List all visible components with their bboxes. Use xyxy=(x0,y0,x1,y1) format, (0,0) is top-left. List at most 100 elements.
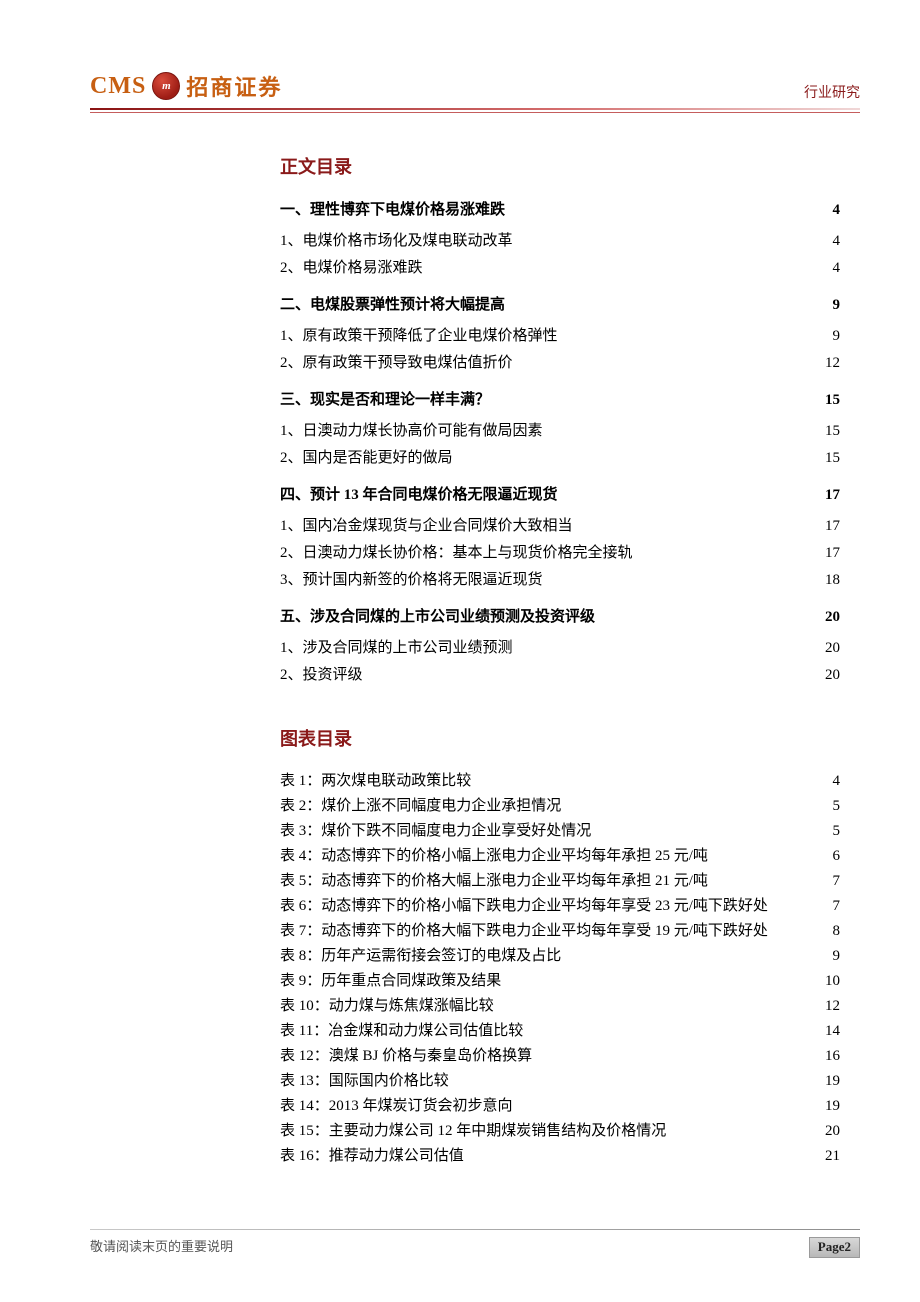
toc-entry-item[interactable]: 1、原有政策干预降低了企业电煤价格弹性 9 xyxy=(280,323,840,350)
figure-entry[interactable]: 表 11：冶金煤和动力煤公司估值比较 14 xyxy=(280,1019,840,1044)
figure-entry-label: 表 15：主要动力煤公司 12 年中期煤炭销售结构及价格情况 xyxy=(280,1124,666,1139)
figure-entry[interactable]: 表 4：动态博弈下的价格小幅上涨电力企业平均每年承担 25 元/吨 6 xyxy=(280,844,840,869)
toc-entry-label: 三、现实是否和理论一样丰满？ xyxy=(280,393,490,408)
toc-entry-page: 4 xyxy=(833,261,841,276)
figure-entry-page: 9 xyxy=(833,949,841,964)
footer-rule xyxy=(90,1229,860,1230)
figure-entry-label: 表 12：澳煤 BJ 价格与秦皇岛价格换算 xyxy=(280,1049,532,1064)
footer-note: 敬请阅读末页的重要说明 xyxy=(90,1239,233,1254)
figures-title: 图表目录 xyxy=(280,725,840,751)
toc-entry-page: 12 xyxy=(825,356,840,371)
toc-entry-page: 20 xyxy=(825,610,840,625)
figure-entry[interactable]: 表 12：澳煤 BJ 价格与秦皇岛价格换算16 xyxy=(280,1044,840,1069)
toc-entry-item[interactable]: 2、投资评级 20 xyxy=(280,662,840,689)
figure-entry-label: 表 6：动态博弈下的价格小幅下跌电力企业平均每年享受 23 元/吨下跌好处 xyxy=(280,899,768,914)
page-number-badge: Page2 xyxy=(809,1237,860,1258)
figure-entry-page: 10 xyxy=(825,974,840,989)
logo-latin: CMS xyxy=(90,73,146,100)
toc-entry-page: 17 xyxy=(825,546,840,561)
figure-entry-label: 表 5：动态博弈下的价格大幅上涨电力企业平均每年承担 21 元/吨 xyxy=(280,874,708,889)
toc-entry-label: 一、理性博弈下电煤价格易涨难跌 xyxy=(280,203,505,218)
figure-entry-page: 19 xyxy=(825,1099,840,1114)
figure-entry-page: 8 xyxy=(833,924,841,939)
figure-entry-label: 表 10：动力煤与炼焦煤涨幅比较 xyxy=(280,999,494,1014)
toc-entry-label: 2、投资评级 xyxy=(280,668,363,683)
figure-list: 表 1：两次煤电联动政策比较 4 表 2：煤价上涨不同幅度电力企业承担情况5表 3：… xyxy=(280,769,840,1169)
page-header: CMS m 招商证券 行业研究 xyxy=(90,70,860,104)
toc-entry-section[interactable]: 五、涉及合同煤的上市公司业绩预测及投资评级 20 xyxy=(280,604,840,631)
figure-entry[interactable]: 表 8：历年产运需衔接会签订的电煤及占比 9 xyxy=(280,944,840,969)
toc-entry-item[interactable]: 2、原有政策干预导致电煤估值折价12 xyxy=(280,350,840,377)
toc-entry-item[interactable]: 2、电煤价格易涨难跌 4 xyxy=(280,255,840,282)
toc-entry-label: 1、原有政策干预降低了企业电煤价格弹性 xyxy=(280,329,558,344)
page-footer: 敬请阅读末页的重要说明 Page2 xyxy=(90,1229,860,1256)
figure-entry-page: 12 xyxy=(825,999,840,1014)
toc-entry-section[interactable]: 四、预计 13 年合同电煤价格无限逼近现货 17 xyxy=(280,482,840,509)
toc-entry-page: 15 xyxy=(825,451,840,466)
figure-entry-page: 14 xyxy=(825,1024,840,1039)
toc-entry-label: 1、涉及合同煤的上市公司业绩预测 xyxy=(280,641,513,656)
figure-entry[interactable]: 表 9：历年重点合同煤政策及结果 10 xyxy=(280,969,840,994)
figure-entry[interactable]: 表 3：煤价下跌不同幅度电力企业享受好处情况5 xyxy=(280,819,840,844)
figure-entry-label: 表 16：推荐动力煤公司估值 xyxy=(280,1149,464,1164)
toc-entry-item[interactable]: 1、涉及合同煤的上市公司业绩预测 20 xyxy=(280,635,840,662)
toc-entry-page: 15 xyxy=(825,424,840,439)
toc-entry-section[interactable]: 三、现实是否和理论一样丰满？ 15 xyxy=(280,387,840,414)
figure-entry[interactable]: 表 7：动态博弈下的价格大幅下跌电力企业平均每年享受 19 元/吨下跌好处8 xyxy=(280,919,840,944)
header-rule xyxy=(90,108,860,110)
figure-entry-label: 表 9：历年重点合同煤政策及结果 xyxy=(280,974,501,989)
toc-entry-label: 二、电煤股票弹性预计将大幅提高 xyxy=(280,298,505,313)
toc-entry-label: 2、国内是否能更好的做局 xyxy=(280,451,453,466)
toc-entry-page: 17 xyxy=(825,519,840,534)
toc-entry-item[interactable]: 3、预计国内新签的价格将无限逼近现货18 xyxy=(280,567,840,594)
logo: CMS m 招商证券 xyxy=(90,70,860,102)
toc-entry-page: 20 xyxy=(825,641,840,656)
toc-entry-item[interactable]: 1、日澳动力煤长协高价可能有做局因素 15 xyxy=(280,418,840,445)
toc-list: 一、理性博弈下电煤价格易涨难跌41、电煤价格市场化及煤电联动改革42、电煤价格易… xyxy=(280,197,840,689)
toc-entry-label: 2、日澳动力煤长协价格：基本上与现货价格完全接轨 xyxy=(280,546,633,561)
toc-entry-item[interactable]: 1、电煤价格市场化及煤电联动改革 4 xyxy=(280,228,840,255)
figure-entry-label: 表 8：历年产运需衔接会签订的电煤及占比 xyxy=(280,949,561,964)
toc-entry-section[interactable]: 一、理性博弈下电煤价格易涨难跌4 xyxy=(280,197,840,224)
figure-entry-label: 表 4：动态博弈下的价格小幅上涨电力企业平均每年承担 25 元/吨 xyxy=(280,849,708,864)
toc-entry-page: 17 xyxy=(825,488,840,503)
logo-badge-icon: m xyxy=(152,72,180,100)
toc-entry-page: 18 xyxy=(825,573,840,588)
toc-entry-label: 1、日澳动力煤长协高价可能有做局因素 xyxy=(280,424,543,439)
figure-entry-page: 5 xyxy=(833,824,841,839)
toc-entry-item[interactable]: 2、国内是否能更好的做局 15 xyxy=(280,445,840,472)
figure-entry[interactable]: 表 5：动态博弈下的价格大幅上涨电力企业平均每年承担 21 元/吨 7 xyxy=(280,869,840,894)
figure-entry-page: 20 xyxy=(825,1124,840,1139)
toc-entry-page: 20 xyxy=(825,668,840,683)
header-rule-thin xyxy=(90,112,860,113)
figure-entry-page: 7 xyxy=(833,874,841,889)
figure-entry[interactable]: 表 16：推荐动力煤公司估值21 xyxy=(280,1144,840,1169)
toc-entry-label: 1、电煤价格市场化及煤电联动改革 xyxy=(280,234,513,249)
toc-entry-section[interactable]: 二、电煤股票弹性预计将大幅提高 9 xyxy=(280,292,840,319)
figure-entry[interactable]: 表 10：动力煤与炼焦煤涨幅比较 12 xyxy=(280,994,840,1019)
figure-entry[interactable]: 表 15：主要动力煤公司 12 年中期煤炭销售结构及价格情况 20 xyxy=(280,1119,840,1144)
figure-entry-label: 表 14：2013 年煤炭订货会初步意向 xyxy=(280,1099,513,1114)
toc-entry-label: 五、涉及合同煤的上市公司业绩预测及投资评级 xyxy=(280,610,595,625)
content: 正文目录 一、理性博弈下电煤价格易涨难跌41、电煤价格市场化及煤电联动改革42、… xyxy=(280,153,840,1169)
figure-entry-page: 6 xyxy=(833,849,841,864)
toc-entry-item[interactable]: 2、日澳动力煤长协价格：基本上与现货价格完全接轨 17 xyxy=(280,540,840,567)
toc-entry-label: 2、电煤价格易涨难跌 xyxy=(280,261,423,276)
figure-entry-page: 4 xyxy=(833,774,841,789)
toc-entry-label: 1、国内冶金煤现货与企业合同煤价大致相当 xyxy=(280,519,573,534)
toc-entry-page: 15 xyxy=(825,393,840,408)
figure-entry[interactable]: 表 2：煤价上涨不同幅度电力企业承担情况5 xyxy=(280,794,840,819)
toc-entry-page: 4 xyxy=(833,234,841,249)
figure-entry[interactable]: 表 14：2013 年煤炭订货会初步意向 19 xyxy=(280,1094,840,1119)
figure-entry-label: 表 1：两次煤电联动政策比较 xyxy=(280,774,471,789)
figure-entry-page: 5 xyxy=(833,799,841,814)
toc-entry-item[interactable]: 1、国内冶金煤现货与企业合同煤价大致相当 17 xyxy=(280,513,840,540)
toc-entry-label: 四、预计 13 年合同电煤价格无限逼近现货 xyxy=(280,488,558,503)
figure-entry[interactable]: 表 6：动态博弈下的价格小幅下跌电力企业平均每年享受 23 元/吨下跌好处7 xyxy=(280,894,840,919)
figure-entry[interactable]: 表 1：两次煤电联动政策比较 4 xyxy=(280,769,840,794)
toc-title: 正文目录 xyxy=(280,153,840,179)
toc-entry-page: 9 xyxy=(833,329,841,344)
toc-entry-page: 9 xyxy=(833,298,841,313)
figure-entry-label: 表 11：冶金煤和动力煤公司估值比较 xyxy=(280,1024,523,1039)
figure-entry[interactable]: 表 13：国际国内价格比较19 xyxy=(280,1069,840,1094)
